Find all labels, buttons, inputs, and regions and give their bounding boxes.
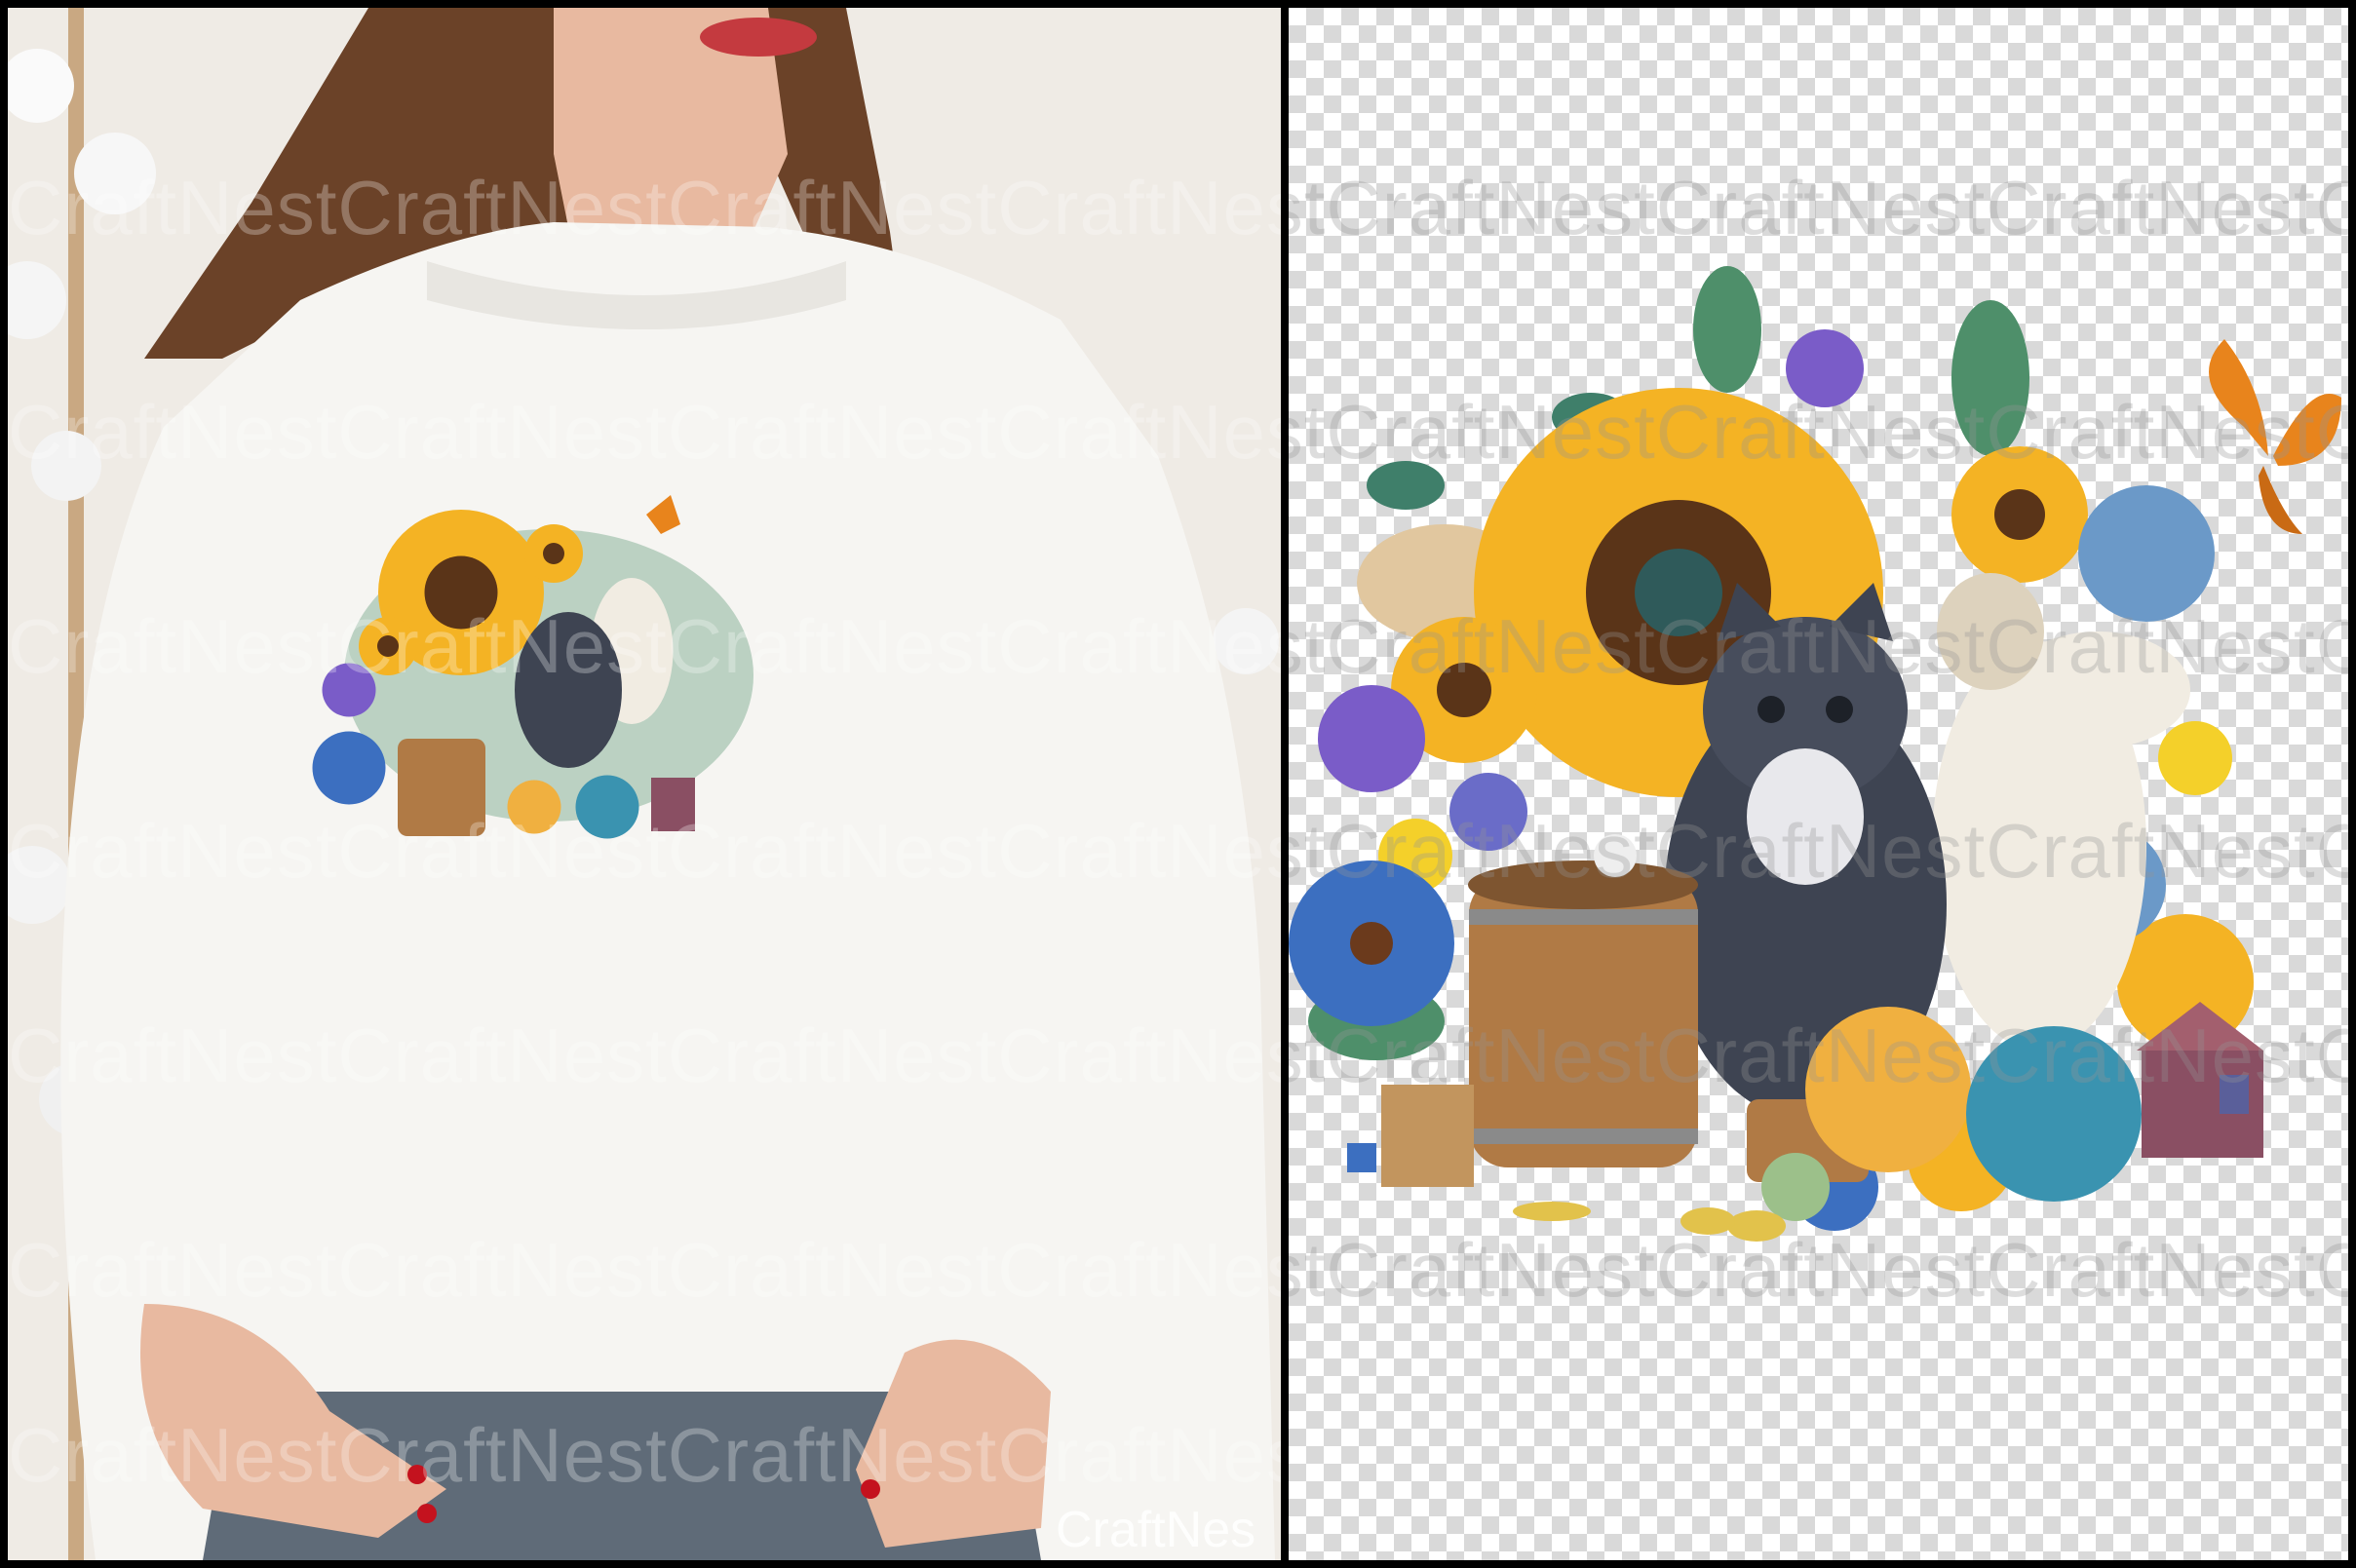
watermark-credit: CraftNes — [1056, 1502, 1256, 1558]
watermark: CraftNestCraftNestCraftNestCraftNestCraf… — [8, 1227, 1281, 1313]
watermark: CraftNestCraftNestCraftNestCraftNestCraf… — [1289, 808, 2348, 894]
watermark: CraftNestCraftNestCraftNestCraftNestCraf… — [8, 1412, 1281, 1498]
image-frame: CraftNestCraftNestCraftNestCraftNestCraf… — [0, 0, 2356, 1568]
lips — [700, 18, 817, 57]
watermark: CraftNestCraftNestCraftNestCraftNestCraf… — [8, 1013, 1281, 1098]
watermark: CraftNestCraftNestCraftNestCraftNestCraf… — [8, 165, 1281, 250]
watermark: CraftNestCraftNestCraftNestCraftNestCraf… — [1289, 1013, 2348, 1098]
watermark: CraftNestCraftNestCraftNestCraftNestCraf… — [8, 389, 1281, 475]
artwork-preview-panel: CraftNestCraftNestCraftNestCraftNestCraf… — [1289, 8, 2348, 1560]
watermark: CraftNestCraftNestCraftNestCraftNestCraf… — [8, 603, 1281, 689]
watermark: CraftNestCraftNestCraftNestCraftNestCraf… — [1289, 1227, 2348, 1313]
watermark: CraftNestCraftNestCraftNestCraftNestCraf… — [1289, 165, 2348, 250]
watermark: CraftNestCraftNestCraftNestCraftNestCraf… — [8, 808, 1281, 894]
watermark: CraftNestCraftNestCraftNestCraftNestCraf… — [1289, 389, 2348, 475]
watermark: CraftNestCraftNestCraftNestCraftNestCraf… — [1289, 603, 2348, 689]
mockup-photo-panel: CraftNestCraftNestCraftNestCraftNestCraf… — [8, 8, 1281, 1560]
